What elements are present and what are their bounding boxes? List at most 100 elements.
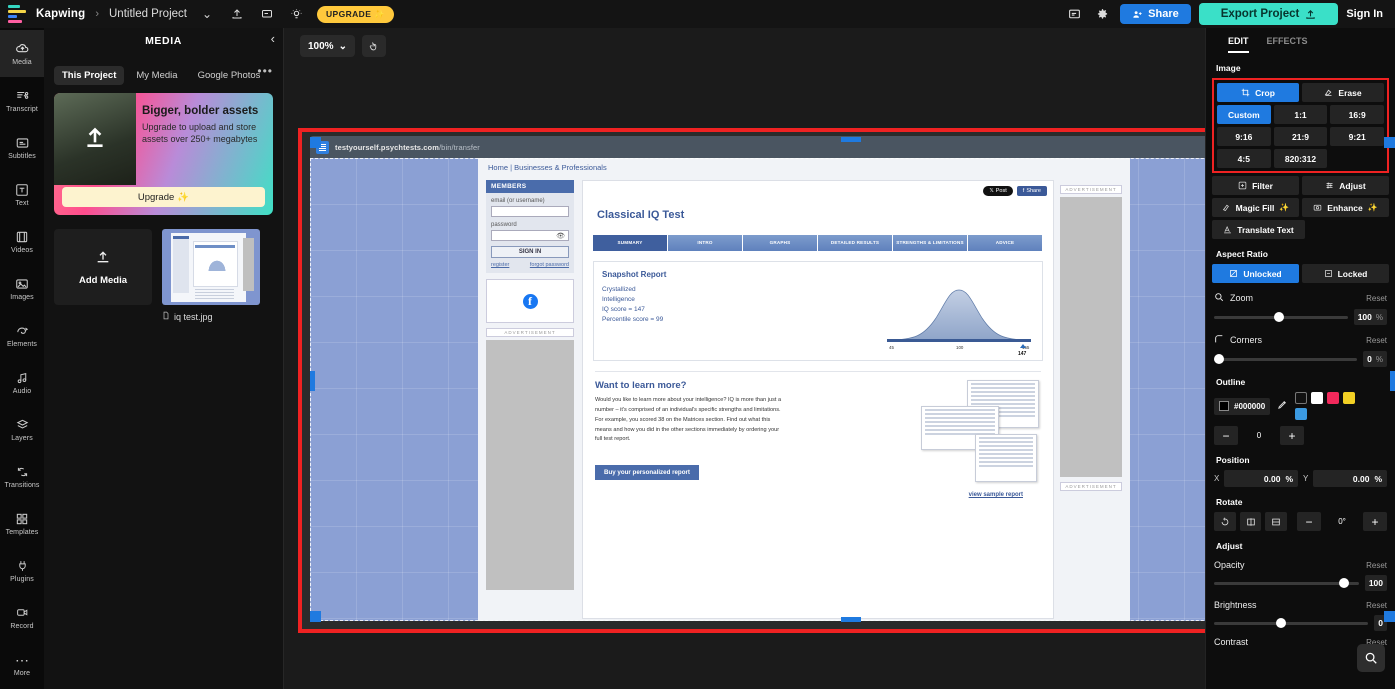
outline-width-value[interactable]: 0	[1241, 426, 1277, 445]
crop-handle-top-right[interactable]	[1384, 137, 1395, 148]
brightness-reset-link[interactable]: Reset	[1366, 601, 1387, 610]
tab-this-project[interactable]: This Project	[54, 66, 125, 85]
ratio-9-21[interactable]: 9:21	[1330, 127, 1384, 146]
position-y-input[interactable]: 0.00 %	[1313, 470, 1387, 487]
ratio-1-1[interactable]: 1:1	[1273, 105, 1328, 124]
opacity-slider-track[interactable]	[1214, 578, 1359, 588]
feedback-icon[interactable]	[1064, 4, 1084, 24]
sidebar-item-templates[interactable]: Templates	[0, 500, 44, 547]
position-x-input[interactable]: 0.00 %	[1224, 470, 1298, 487]
ratio-820-312[interactable]: 820:312	[1273, 149, 1328, 168]
crop-handle-bottom-left[interactable]	[310, 611, 321, 622]
swatch-white[interactable]	[1311, 392, 1324, 404]
gear-icon[interactable]	[1092, 4, 1112, 24]
idea-icon[interactable]	[287, 4, 307, 24]
zoom-slider-track[interactable]	[1214, 312, 1348, 322]
rotate-button[interactable]	[1214, 512, 1236, 531]
project-title[interactable]: Untitled Project	[109, 8, 187, 20]
sidebar-item-media[interactable]: Media	[0, 30, 44, 77]
promo-upgrade-button[interactable]: Upgrade ✨	[62, 187, 265, 207]
opacity-slider-knob[interactable]	[1338, 578, 1349, 588]
tab-edit[interactable]: EDIT	[1228, 36, 1249, 53]
zoom-slider-knob[interactable]	[1274, 312, 1285, 322]
corners-slider-knob[interactable]	[1214, 354, 1224, 364]
crop-handle-bottom-right[interactable]	[1384, 611, 1395, 622]
upgrade-button[interactable]: UPGRADE ✨	[316, 5, 395, 23]
outline-decrease-button[interactable]: −	[1214, 426, 1238, 445]
brightness-slider-knob[interactable]	[1275, 618, 1286, 628]
add-media-button[interactable]: Add Media	[54, 229, 152, 305]
swatch-yellow[interactable]	[1343, 392, 1356, 404]
corners-value-box[interactable]: 0 %	[1363, 351, 1387, 367]
flip-horizontal-button[interactable]	[1239, 512, 1262, 531]
outline-color-input[interactable]: #000000	[1214, 397, 1271, 415]
sidebar-item-elements[interactable]: Elements	[0, 312, 44, 359]
tab-effects[interactable]: EFFECTS	[1267, 36, 1308, 53]
sidebar-item-layers[interactable]: Layers	[0, 406, 44, 453]
zoom-level-selector[interactable]: 100% ⌄	[300, 35, 355, 57]
magic-fill-button[interactable]: Magic Fill ✨	[1212, 198, 1299, 217]
asset-thumbnail[interactable]	[162, 229, 260, 305]
crop-handle-top[interactable]	[841, 137, 861, 142]
url-text[interactable]: testyourself.psychtests.com/bin/transfer	[335, 143, 480, 152]
sidebar-item-audio[interactable]: Audio	[0, 359, 44, 406]
sidebar-item-transcript[interactable]: Transcript	[0, 77, 44, 124]
media-asset-item[interactable]: iq test.jpg	[162, 229, 260, 322]
filter-button[interactable]: Filter	[1212, 176, 1299, 195]
flip-vertical-button[interactable]	[1265, 512, 1288, 531]
erase-button[interactable]: Erase	[1302, 83, 1384, 102]
rotate-value[interactable]: 0°	[1324, 512, 1360, 531]
sidebar-item-record[interactable]: Record	[0, 594, 44, 641]
swatch-pink[interactable]	[1327, 392, 1340, 404]
upload-icon[interactable]	[227, 4, 247, 24]
corners-slider-track[interactable]	[1214, 354, 1358, 364]
sidebar-item-text[interactable]: Text	[0, 171, 44, 218]
share-button[interactable]: Share	[1120, 4, 1191, 24]
brand-name[interactable]: Kapwing	[36, 8, 85, 20]
sign-in-button[interactable]: Sign In	[1346, 8, 1387, 20]
crop-handle-top-left[interactable]	[310, 137, 321, 148]
opacity-reset-link[interactable]: Reset	[1366, 561, 1387, 570]
ratio-9-16[interactable]: 9:16	[1217, 127, 1271, 146]
adjust-button[interactable]: Adjust	[1302, 176, 1389, 195]
export-project-button[interactable]: Export Project	[1198, 3, 1339, 25]
ratio-4-5[interactable]: 4:5	[1217, 149, 1271, 168]
brightness-slider-track[interactable]	[1214, 618, 1369, 628]
opacity-value-box[interactable]: 100	[1364, 575, 1387, 591]
enhance-button[interactable]: Enhance ✨	[1302, 198, 1389, 217]
crop-button[interactable]: Crop	[1217, 83, 1299, 102]
ratio-custom[interactable]: Custom	[1217, 105, 1271, 124]
collapse-panel-icon[interactable]: ‹	[271, 31, 275, 46]
corners-reset-link[interactable]: Reset	[1366, 336, 1387, 345]
upgrade-promo-card[interactable]: Bigger, bolder assets Upgrade to upload …	[54, 93, 273, 215]
crop-handle-right[interactable]	[1390, 370, 1395, 391]
rotate-increase-button[interactable]: +	[1363, 512, 1388, 531]
zoom-reset-link[interactable]: Reset	[1366, 294, 1387, 303]
zoom-value-box[interactable]: 100 %	[1353, 309, 1387, 325]
chevron-down-icon[interactable]: ⌄	[197, 4, 217, 24]
ratio-21-9[interactable]: 21:9	[1273, 127, 1328, 146]
panel-more-icon[interactable]: •••	[257, 64, 273, 78]
sidebar-item-plugins[interactable]: Plugins	[0, 547, 44, 594]
sidebar-item-subtitles[interactable]: Subtitles	[0, 124, 44, 171]
crop-handle-left[interactable]	[310, 370, 315, 391]
translate-text-button[interactable]: Translate Text	[1212, 220, 1305, 239]
crop-handle-bottom[interactable]	[841, 617, 861, 622]
sidebar-item-images[interactable]: Images	[0, 265, 44, 312]
magnify-floating-button[interactable]	[1357, 644, 1385, 672]
sidebar-item-transitions[interactable]: Transitions	[0, 453, 44, 500]
kapwing-logo-icon[interactable]	[8, 5, 26, 23]
aspect-locked-button[interactable]: Locked	[1302, 264, 1389, 283]
ratio-16-9[interactable]: 16:9	[1330, 105, 1384, 124]
cursor-tool-button[interactable]	[361, 35, 386, 57]
aspect-unlocked-button[interactable]: Unlocked	[1212, 264, 1299, 283]
sidebar-item-more[interactable]: ⋯ More	[0, 641, 44, 688]
rotate-decrease-button[interactable]: −	[1297, 512, 1322, 531]
swatch-blue[interactable]	[1295, 408, 1308, 420]
tab-my-media[interactable]: My Media	[128, 66, 185, 85]
outline-increase-button[interactable]: +	[1280, 426, 1304, 445]
swatch-black[interactable]	[1295, 392, 1308, 404]
eyedropper-icon[interactable]	[1277, 399, 1288, 413]
comment-icon[interactable]	[257, 4, 277, 24]
sidebar-item-videos[interactable]: Videos	[0, 218, 44, 265]
